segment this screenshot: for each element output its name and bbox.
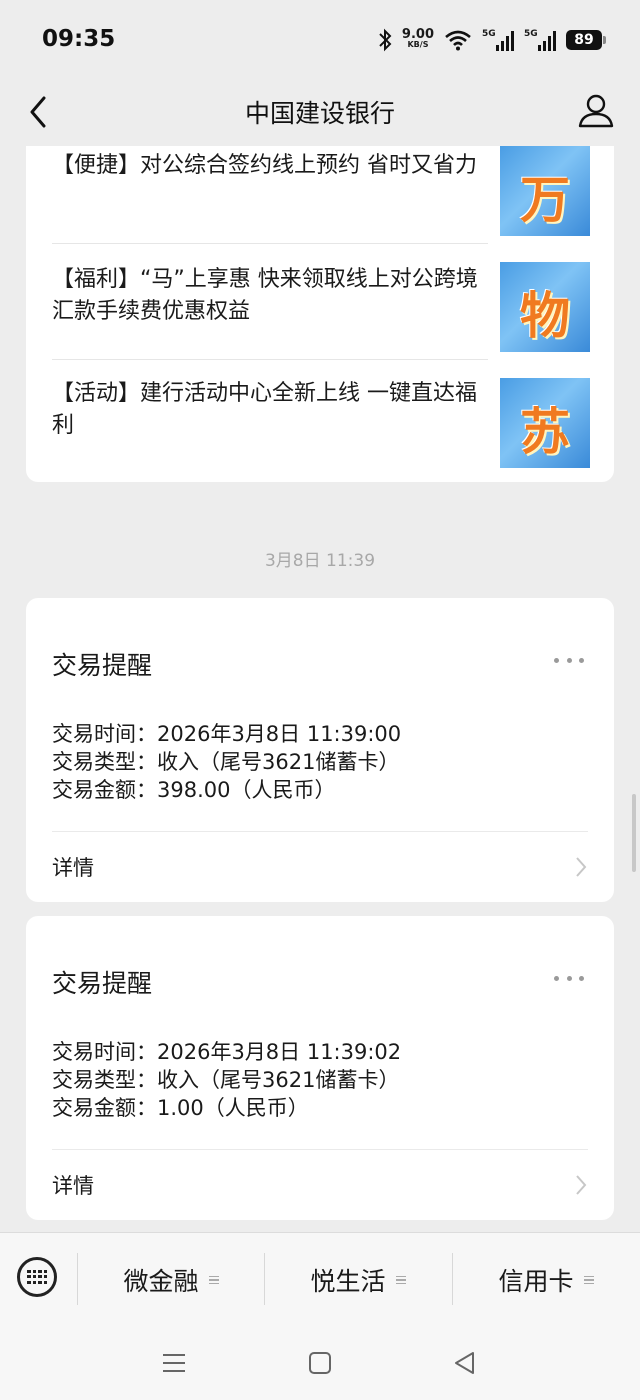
field-label: 交易时间： [52,1040,157,1064]
transaction-amount: 1.00（人民币） [157,1096,309,1120]
divider [52,1149,588,1150]
transaction-title: 交易提醒 [52,651,153,680]
transaction-amount: 398.00（人民币） [157,778,336,802]
thumbnail-character: 物 [520,287,570,345]
network-speed-value: 9.00 [401,27,434,42]
transaction-type: 收入（尾号3621储蓄卡） [157,1068,400,1092]
field-label: 交易时间： [52,722,157,746]
status-bar: 09:35 9.00 KB/S 5G 5G 89 [0,0,640,80]
field-label: 交易类型： [52,750,157,774]
menu-item-wei-finance[interactable]: 微金融 [78,1233,264,1327]
battery-icon: 89 [566,30,606,50]
wifi-icon [445,30,471,51]
network-speed: 9.00 KB/S [401,27,434,50]
menu-item-label: 微金融 [123,1267,199,1296]
menu-item-credit-card[interactable]: 信用卡 [453,1233,639,1327]
nav-bar: 中国建设银行 [0,80,640,146]
article-item[interactable]: 【活动】建行活动中心全新上线 一键直达福利 苏 [52,358,614,468]
transaction-card[interactable]: 交易提醒 交易时间： 2026年3月8日 11:39:00 交易类型： 收入（尾号3… [26,598,614,902]
signal-label: 5G [524,29,538,39]
transaction-title: 交易提醒 [52,969,153,998]
system-navigation-bar [0,1326,640,1400]
more-icon[interactable] [554,658,584,666]
status-time: 09:35 [42,26,116,52]
transaction-time: 2026年3月8日 11:39:02 [157,1040,402,1064]
menu-icon[interactable] [159,1348,189,1378]
thumbnail-character: 苏 [520,403,570,461]
signal-icon: 5G [524,29,556,51]
chat-content[interactable]: 【便捷】对公综合签约线上预约 省时又省力 万 【福利】“马”上享惠 快来领取线上… [0,146,640,1232]
transaction-details: 交易时间： 2026年3月8日 11:39:02 交易类型： 收入（尾号3621储蓄… [52,1038,401,1122]
transaction-card[interactable]: 交易提醒 交易时间： 2026年3月8日 11:39:02 交易类型： 收入（尾号3… [26,916,614,1220]
field-label: 交易类型： [52,1068,157,1092]
article-title: 【福利】“马”上享惠 快来领取线上对公跨境汇款手续费优惠权益 [52,267,478,324]
submenu-icon [208,1275,219,1285]
details-link[interactable]: 详情 [52,852,94,882]
message-timestamp: 3月8日 11:39 [264,551,376,571]
back-triangle-icon[interactable] [450,1348,480,1378]
transaction-details: 交易时间： 2026年3月8日 11:39:00 交易类型： 收入（尾号3621储蓄… [52,720,401,804]
article-item[interactable]: 【福利】“马”上享惠 快来领取线上对公跨境汇款手续费优惠权益 物 [52,242,614,360]
network-speed-unit: KB/S [407,40,429,49]
transaction-time: 2026年3月8日 11:39:00 [157,722,402,746]
field-label: 交易金额： [52,1096,157,1120]
submenu-icon [395,1275,406,1285]
chevron-right-icon [576,857,587,877]
bluetooth-icon [379,28,392,52]
article-title: 【活动】建行活动中心全新上线 一键直达福利 [52,381,477,438]
menu-item-yue-life[interactable]: 悦生活 [265,1233,451,1327]
article-card: 【便捷】对公综合签约线上预约 省时又省力 万 【福利】“马”上享惠 快来领取线上… [26,146,614,482]
divider [52,831,588,832]
page-title: 中国建设银行 [244,99,395,128]
more-icon[interactable] [554,976,584,984]
bottom-menu: 微金融 悦生活 信用卡 [0,1232,640,1327]
signal-label: 5G [482,29,496,39]
profile-button[interactable] [576,90,616,130]
article-thumbnail: 万 [500,146,590,236]
article-thumbnail: 苏 [500,378,590,468]
scrollbar[interactable] [632,794,636,872]
field-label: 交易金额： [52,778,157,802]
article-title: 【便捷】对公综合签约线上预约 省时又省力 [52,153,477,178]
article-item[interactable]: 【便捷】对公综合签约线上预约 省时又省力 万 [52,146,614,244]
keyboard-icon [27,1270,47,1284]
keyboard-button[interactable] [17,1257,57,1297]
chevron-right-icon [576,1175,587,1195]
menu-item-label: 信用卡 [498,1267,574,1296]
article-thumbnail: 物 [500,262,590,352]
thumbnail-character: 万 [520,171,570,229]
menu-item-label: 悦生活 [310,1267,386,1296]
home-icon[interactable] [305,1348,335,1378]
transaction-type: 收入（尾号3621储蓄卡） [157,750,400,774]
submenu-icon [583,1275,594,1285]
details-link[interactable]: 详情 [52,1170,94,1200]
status-icons: 9.00 KB/S 5G 5G 89 [378,26,606,54]
signal-icon: 5G [482,29,514,51]
